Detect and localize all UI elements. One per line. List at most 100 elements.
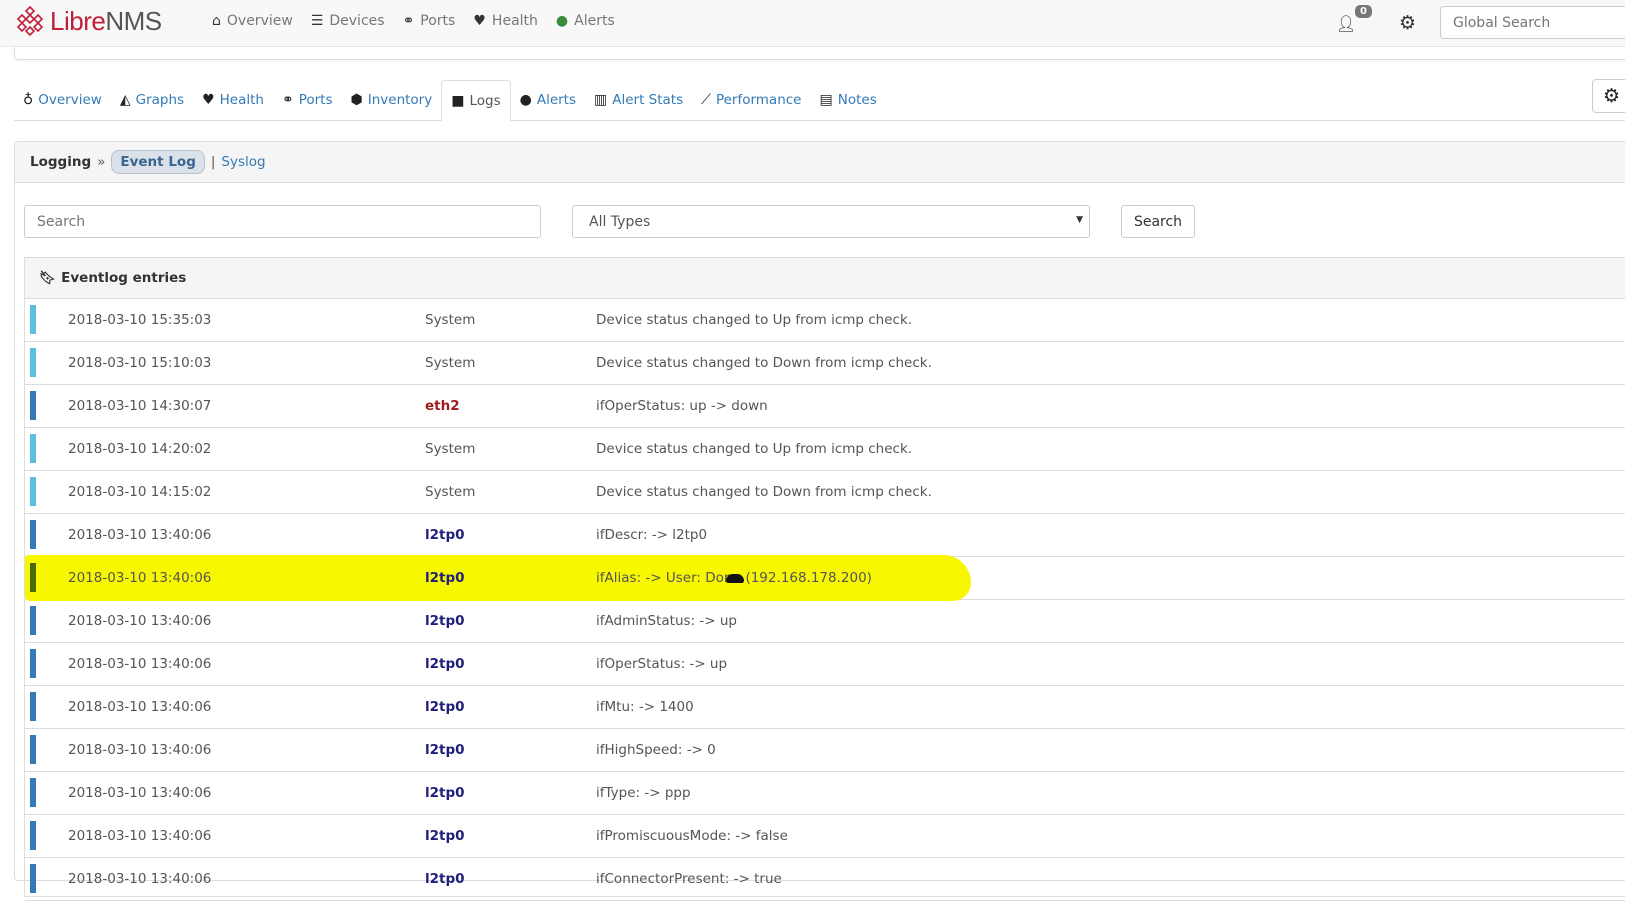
event-message: ifAlias: -> User: Don (192.168.178.200) bbox=[596, 570, 872, 586]
search-button[interactable]: Search bbox=[1121, 205, 1195, 238]
event-date: 2018-03-10 13:40:06 bbox=[68, 699, 212, 715]
nav-label: Ports bbox=[420, 13, 456, 29]
severity-bar bbox=[30, 821, 36, 850]
tab-performance[interactable]: ⟋ Performance bbox=[692, 80, 810, 120]
logging-title: Logging bbox=[30, 154, 92, 170]
event-message-text: Device status changed to Down from icmp … bbox=[596, 484, 932, 500]
nav-ports[interactable]: ⚭ Ports bbox=[403, 13, 456, 29]
device-tabs: ♁ Overview ◭ Graphs ♥ Health ⚭ Ports ⬢ Invent… bbox=[14, 80, 1625, 121]
event-type[interactable]: l2tp0 bbox=[425, 699, 465, 715]
event-message: ifPromiscuousMode: -> false bbox=[596, 828, 788, 844]
event-type: System bbox=[425, 312, 476, 328]
librenms-logo[interactable]: LibreNMS bbox=[14, 5, 162, 37]
table-row: 2018-03-10 14:15:02 System Device status c… bbox=[25, 471, 1625, 514]
event-message-text: ifDescr: -> l2tp0 bbox=[596, 527, 708, 543]
severity-bar bbox=[30, 864, 36, 893]
event-type[interactable]: l2tp0 bbox=[425, 656, 465, 672]
event-date: 2018-03-10 13:40:06 bbox=[68, 871, 212, 887]
eventlog-panel: 🔖︎ Eventlog entries 2018-03-10 15:35:03 Sy… bbox=[24, 257, 1625, 901]
global-search-input[interactable] bbox=[1440, 6, 1625, 39]
event-date: 2018-03-10 13:40:06 bbox=[68, 785, 212, 801]
event-date: 2018-03-10 13:40:06 bbox=[68, 613, 212, 629]
severity-bar bbox=[30, 606, 36, 635]
tab-overview[interactable]: ♁ Overview bbox=[14, 80, 111, 120]
event-date: 2018-03-10 13:40:06 bbox=[68, 742, 212, 758]
tab-alerts[interactable]: ● Alerts bbox=[511, 80, 585, 120]
event-message: ifDescr: -> l2tp0 bbox=[596, 527, 707, 543]
event-type[interactable]: l2tp0 bbox=[425, 527, 465, 543]
file-text-icon: ▤ bbox=[819, 92, 833, 108]
breadcrumb-separator: » bbox=[97, 154, 106, 170]
area-chart-icon: ◭ bbox=[119, 92, 131, 108]
device-settings-button[interactable]: ⚙ bbox=[1592, 79, 1625, 113]
eventlog-table: 2018-03-10 15:35:03 System Device status c… bbox=[25, 299, 1625, 901]
tab-logs[interactable]: ■ Logs bbox=[441, 80, 511, 121]
syslog-link[interactable]: Syslog bbox=[221, 154, 265, 170]
nav-label: Overview bbox=[226, 13, 293, 29]
severity-bar bbox=[30, 649, 36, 678]
nav-devices[interactable]: ☰ Devices bbox=[311, 13, 385, 29]
severity-bar bbox=[30, 434, 36, 463]
tab-graphs[interactable]: ◭ Graphs bbox=[111, 80, 193, 120]
event-message: ifMtu: -> 1400 bbox=[596, 699, 694, 715]
event-message-ip: (192.168.178.200) bbox=[745, 570, 872, 586]
tab-label: Inventory bbox=[367, 92, 433, 108]
event-date: 2018-03-10 13:40:06 bbox=[68, 656, 212, 672]
event-type[interactable]: l2tp0 bbox=[425, 828, 465, 844]
logo-text: Libre bbox=[50, 5, 106, 36]
event-message-text: ifAdminStatus: -> up bbox=[596, 613, 737, 629]
caret-down-icon: ▼ bbox=[1076, 215, 1083, 225]
event-message: ifOperStatus: -> up bbox=[596, 656, 727, 672]
tab-inventory[interactable]: ⬢ Inventory bbox=[342, 80, 442, 120]
severity-bar bbox=[30, 778, 36, 807]
event-log-link[interactable]: Event Log bbox=[111, 150, 205, 174]
event-type[interactable]: eth2 bbox=[425, 398, 460, 414]
event-type[interactable]: l2tp0 bbox=[425, 742, 465, 758]
logo-text-suffix: NMS bbox=[105, 5, 162, 36]
notification-badge[interactable]: 0 bbox=[1355, 5, 1372, 18]
event-message-text: Device status changed to Up from icmp ch… bbox=[596, 441, 913, 457]
event-message-text: ifConnectorPresent: -> true bbox=[596, 871, 782, 887]
settings-gear-icon[interactable]: ⚙ bbox=[1399, 12, 1416, 34]
event-date: 2018-03-10 15:35:03 bbox=[68, 312, 212, 328]
tab-health[interactable]: ♥ Health bbox=[193, 80, 273, 120]
type-select-value: All Types bbox=[589, 214, 651, 230]
severity-bar bbox=[30, 391, 36, 420]
tab-label: Overview bbox=[38, 92, 102, 108]
tab-notes[interactable]: ▤ Notes bbox=[811, 80, 886, 120]
event-message: Device status changed to Up from icmp ch… bbox=[596, 312, 912, 328]
table-row: 2018-03-10 13:40:06 l2tp0 ifHighSpeed: -> … bbox=[25, 729, 1625, 772]
nav-alerts[interactable]: ● Alerts bbox=[556, 13, 615, 29]
tab-label: Performance bbox=[715, 92, 802, 108]
table-row: 2018-03-10 13:40:06 l2tp0 ifConnectorPrese… bbox=[25, 858, 1625, 901]
event-message: Device status changed to Down from icmp … bbox=[596, 355, 932, 371]
type-select[interactable]: All Types ▼ bbox=[572, 205, 1090, 238]
event-type[interactable]: l2tp0 bbox=[425, 871, 465, 887]
logging-panel: Logging » Event Log | Syslog All Types▼ … bbox=[14, 141, 1625, 901]
tab-label: Logs bbox=[469, 92, 501, 109]
event-message: ifOperStatus: up -> down bbox=[596, 398, 768, 414]
event-message-text: ifPromiscuousMode: -> false bbox=[596, 828, 788, 844]
event-type[interactable]: l2tp0 bbox=[425, 613, 465, 629]
event-message-text: Device status changed to Up from icmp ch… bbox=[596, 312, 913, 328]
severity-bar bbox=[30, 477, 36, 506]
event-date: 2018-03-10 15:10:03 bbox=[68, 355, 212, 371]
user-icon[interactable]: 👤︎ bbox=[1336, 14, 1356, 33]
event-message-text: ifAlias: -> User: Don bbox=[596, 570, 733, 586]
nav-overview[interactable]: ⌂ Overview bbox=[212, 13, 293, 29]
link-icon: ⚭ bbox=[281, 92, 294, 108]
event-message: ifAdminStatus: -> up bbox=[596, 613, 737, 629]
home-icon: ⌂ bbox=[212, 13, 221, 29]
search-input[interactable] bbox=[24, 205, 541, 238]
link-icon: ⚭ bbox=[402, 13, 415, 29]
tab-label: Ports bbox=[298, 92, 333, 108]
logo-icon bbox=[16, 5, 44, 37]
tab-alert-stats[interactable]: ▥ Alert Stats bbox=[585, 80, 692, 120]
exclamation-circle-icon: ● bbox=[555, 13, 569, 29]
event-type[interactable]: l2tp0 bbox=[425, 570, 465, 586]
event-message: ifHighSpeed: -> 0 bbox=[596, 742, 716, 758]
tab-ports[interactable]: ⚭ Ports bbox=[273, 80, 342, 120]
nav-health[interactable]: ♥ Health bbox=[473, 13, 538, 29]
event-type[interactable]: l2tp0 bbox=[425, 785, 465, 801]
event-message-text: ifOperStatus: up -> down bbox=[596, 398, 768, 414]
